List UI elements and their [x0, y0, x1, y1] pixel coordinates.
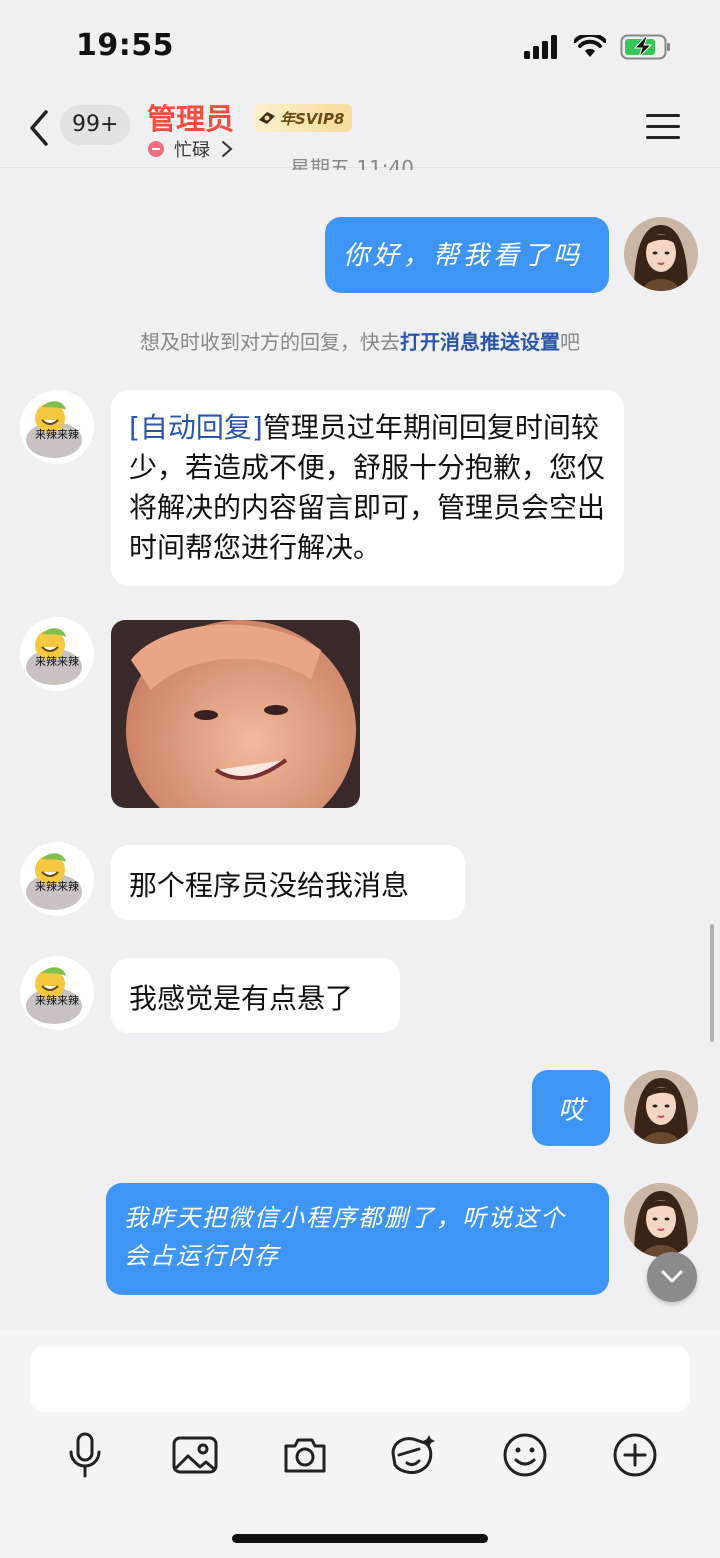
image-message[interactable]: [111, 620, 360, 808]
my-avatar[interactable]: [624, 1070, 698, 1144]
gallery-button[interactable]: [170, 1430, 220, 1480]
status-icons: [524, 34, 672, 60]
back-arrow-icon[interactable]: [24, 106, 54, 150]
status-bar: 19:55: [0, 0, 720, 96]
my-avatar[interactable]: [624, 1183, 698, 1257]
svg-text:来辣来辣: 来辣来辣: [35, 879, 79, 893]
battery-charging-icon: [620, 34, 670, 60]
contact-avatar[interactable]: 来辣来辣: [20, 390, 94, 464]
message-text: 我昨天把微信小程序都删了，听说这个会占运行内存: [124, 1204, 566, 1270]
mic-icon: [69, 1432, 101, 1478]
mic-button[interactable]: [60, 1430, 110, 1480]
message-text: 我感觉是有点悬了: [129, 982, 354, 1015]
svg-text:来辣来辣: 来辣来辣: [35, 993, 79, 1007]
notice-text: 想及时收到对方的回复，快去: [140, 330, 400, 354]
chat-title[interactable]: 管理员: [147, 96, 234, 138]
svg-text:来辣来辣: 来辣来辣: [35, 654, 79, 668]
message-input[interactable]: [30, 1346, 690, 1412]
menu-button[interactable]: [646, 114, 680, 140]
chevron-down-icon: [661, 1270, 683, 1283]
emoji-icon: [503, 1433, 547, 1477]
push-settings-link[interactable]: 打开消息推送设置: [400, 330, 560, 354]
sticker-button[interactable]: [388, 1430, 438, 1480]
input-toolbar: [0, 1430, 720, 1480]
svg-text:来辣来辣: 来辣来辣: [35, 427, 79, 441]
contact-avatar[interactable]: 来辣来辣: [20, 617, 94, 691]
message-bubble-in[interactable]: 那个程序员没给我消息: [111, 845, 465, 920]
scroll-indicator[interactable]: [710, 924, 714, 1042]
message-bubble-out[interactable]: 哎: [532, 1070, 610, 1146]
sticker-icon: [391, 1435, 435, 1474]
wifi-icon: [574, 35, 606, 57]
message-bubble-out[interactable]: 我昨天把微信小程序都删了，听说这个会占运行内存: [106, 1183, 609, 1295]
message-bubble-out[interactable]: 你好，帮我看了吗: [325, 217, 609, 293]
scroll-to-bottom-button[interactable]: [647, 1252, 697, 1302]
camera-icon: [284, 1438, 326, 1473]
message-bubble-in[interactable]: 我感觉是有点悬了: [111, 958, 400, 1033]
status-text: 忙碌: [174, 140, 210, 161]
contact-avatar[interactable]: 来辣来辣: [20, 956, 94, 1030]
gallery-icon: [172, 1436, 218, 1474]
input-panel: [0, 1330, 720, 1558]
notice-suffix: 吧: [560, 330, 580, 354]
my-avatar[interactable]: [624, 217, 698, 291]
plus-button[interactable]: [610, 1430, 660, 1480]
vip-logo-icon: [259, 112, 275, 124]
message-bubble-in[interactable]: [自动回复]管理员过年期间回复时间较少，若造成不便，舒服十分抱歉，您仅将解决的内…: [111, 390, 624, 586]
chevron-right-icon: [222, 141, 233, 157]
timestamp-partial: 星期五 11:40: [290, 156, 414, 170]
emoji-button[interactable]: [500, 1430, 550, 1480]
contact-avatar[interactable]: 来辣来辣: [20, 842, 94, 916]
camera-button[interactable]: [280, 1430, 330, 1480]
message-text: 哎: [557, 1096, 584, 1126]
vip-label: 年SVIP8: [280, 109, 345, 128]
auto-reply-tag: [自动回复]: [129, 411, 263, 444]
online-status[interactable]: 忙碌: [148, 136, 234, 162]
busy-status-icon: [148, 141, 164, 157]
home-indicator[interactable]: [232, 1534, 488, 1543]
vip-badge: 年SVIP8: [253, 104, 353, 132]
message-text: 你好，帮我看了吗: [343, 241, 584, 271]
signal-icon: [524, 35, 557, 59]
unread-count-badge[interactable]: 99+: [60, 105, 131, 145]
message-text: 那个程序员没给我消息: [129, 869, 410, 902]
push-notice: 想及时收到对方的回复，快去打开消息推送设置吧: [0, 326, 720, 355]
plus-icon: [613, 1433, 657, 1477]
status-time: 19:55: [76, 28, 174, 63]
